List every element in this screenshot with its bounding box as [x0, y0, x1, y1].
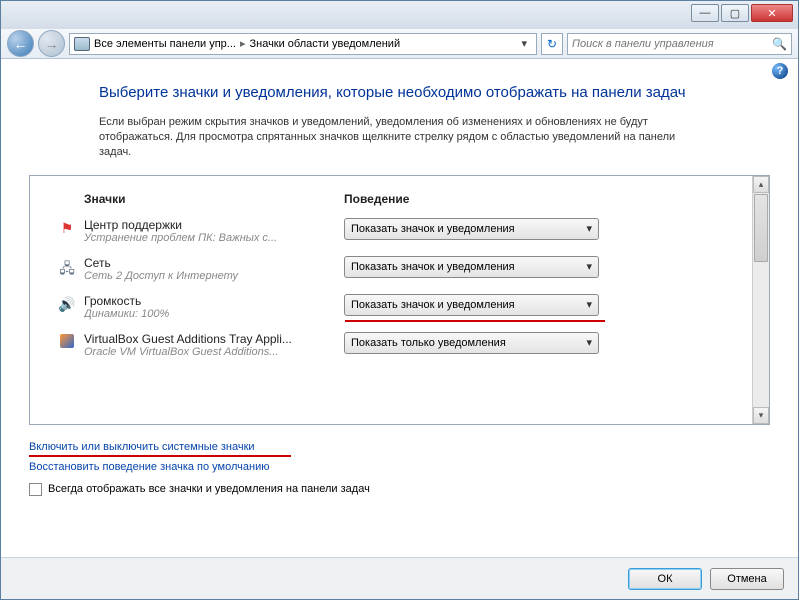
always-show-checkbox[interactable]	[29, 483, 42, 496]
icon-list: Значки Поведение ⚑ Центр поддержки Устра…	[29, 175, 770, 425]
list-item: 🖧 Сеть Сеть 2 Доступ к Интернету Показат…	[30, 250, 752, 288]
row-title: VirtualBox Guest Additions Tray Appli...	[84, 332, 344, 346]
close-button[interactable]: ✕	[751, 4, 793, 22]
list-inner: Значки Поведение ⚑ Центр поддержки Устра…	[30, 176, 752, 424]
control-panel-icon	[74, 37, 90, 51]
chevron-right-icon: ▸	[240, 37, 246, 50]
page-description: Если выбран режим скрытия значков и увед…	[99, 115, 700, 161]
list-item: VirtualBox Guest Additions Tray Appli...…	[30, 326, 752, 364]
network-icon: 🖧	[50, 256, 84, 282]
breadcrumb-current[interactable]: Значки области уведомлений	[249, 38, 400, 50]
highlight-line	[29, 455, 291, 457]
restore-defaults-link[interactable]: Восстановить поведение значка по умолчан…	[29, 461, 270, 473]
col-icons: Значки	[84, 192, 344, 206]
virtualbox-icon	[50, 332, 84, 348]
list-item: ⚑ Центр поддержки Устранение проблем ПК:…	[30, 212, 752, 250]
row-subtitle: Oracle VM VirtualBox Guest Additions...	[84, 346, 329, 358]
always-show-checkbox-row: Всегда отображать все значки и уведомлен…	[29, 483, 770, 496]
action-center-icon: ⚑	[50, 218, 84, 237]
search-icon[interactable]: 🔍	[772, 37, 787, 51]
search-box[interactable]: 🔍	[567, 33, 792, 55]
row-subtitle: Динамики: 100%	[84, 308, 329, 320]
breadcrumb-root[interactable]: Все элементы панели упр...	[94, 38, 236, 50]
scroll-up-button[interactable]: ▴	[753, 176, 769, 193]
row-title: Центр поддержки	[84, 218, 344, 232]
toggle-system-icons-link[interactable]: Включить или выключить системные значки	[29, 441, 255, 453]
volume-icon: 🔊	[50, 294, 84, 313]
content-pane: ? Выберите значки и уведомления, которые…	[1, 59, 798, 557]
search-input[interactable]	[572, 38, 772, 50]
address-bar[interactable]: Все элементы панели упр... ▸ Значки обла…	[69, 33, 537, 55]
minimize-button[interactable]: —	[691, 4, 719, 22]
row-title: Сеть	[84, 256, 344, 270]
help-icon[interactable]: ?	[772, 63, 788, 79]
col-behavior: Поведение	[344, 192, 624, 206]
behavior-select[interactable]: Показать значок и уведомления	[344, 294, 599, 316]
list-item: 🔊 Громкость Динамики: 100% Показать знач…	[30, 288, 752, 326]
dialog-footer: ОК Отмена	[1, 557, 798, 599]
title-bar: — ▢ ✕	[1, 1, 798, 29]
behavior-select[interactable]: Показать только уведомления	[344, 332, 599, 354]
scrollbar: ▴ ▾	[752, 176, 769, 424]
behavior-select[interactable]: Показать значок и уведомления	[344, 218, 599, 240]
highlight-line	[345, 320, 605, 322]
refresh-button[interactable]: ↻	[541, 33, 563, 55]
back-button[interactable]: ←	[7, 30, 34, 57]
scroll-down-button[interactable]: ▾	[753, 407, 769, 424]
row-title: Громкость	[84, 294, 344, 308]
list-header: Значки Поведение	[30, 176, 752, 212]
cancel-button[interactable]: Отмена	[710, 568, 784, 590]
forward-button[interactable]: →	[38, 30, 65, 57]
row-subtitle: Устранение проблем ПК: Важных с...	[84, 232, 329, 244]
behavior-select[interactable]: Показать значок и уведомления	[344, 256, 599, 278]
page-title: Выберите значки и уведомления, которые н…	[99, 83, 700, 103]
window-frame: — ▢ ✕ ← → Все элементы панели упр... ▸ З…	[0, 0, 799, 600]
checkbox-label: Всегда отображать все значки и уведомлен…	[48, 483, 370, 495]
address-dropdown[interactable]: ▾	[516, 37, 532, 50]
nav-bar: ← → Все элементы панели упр... ▸ Значки …	[1, 29, 798, 59]
scroll-thumb[interactable]	[754, 194, 768, 262]
maximize-button[interactable]: ▢	[721, 4, 749, 22]
ok-button[interactable]: ОК	[628, 568, 702, 590]
row-subtitle: Сеть 2 Доступ к Интернету	[84, 270, 329, 282]
